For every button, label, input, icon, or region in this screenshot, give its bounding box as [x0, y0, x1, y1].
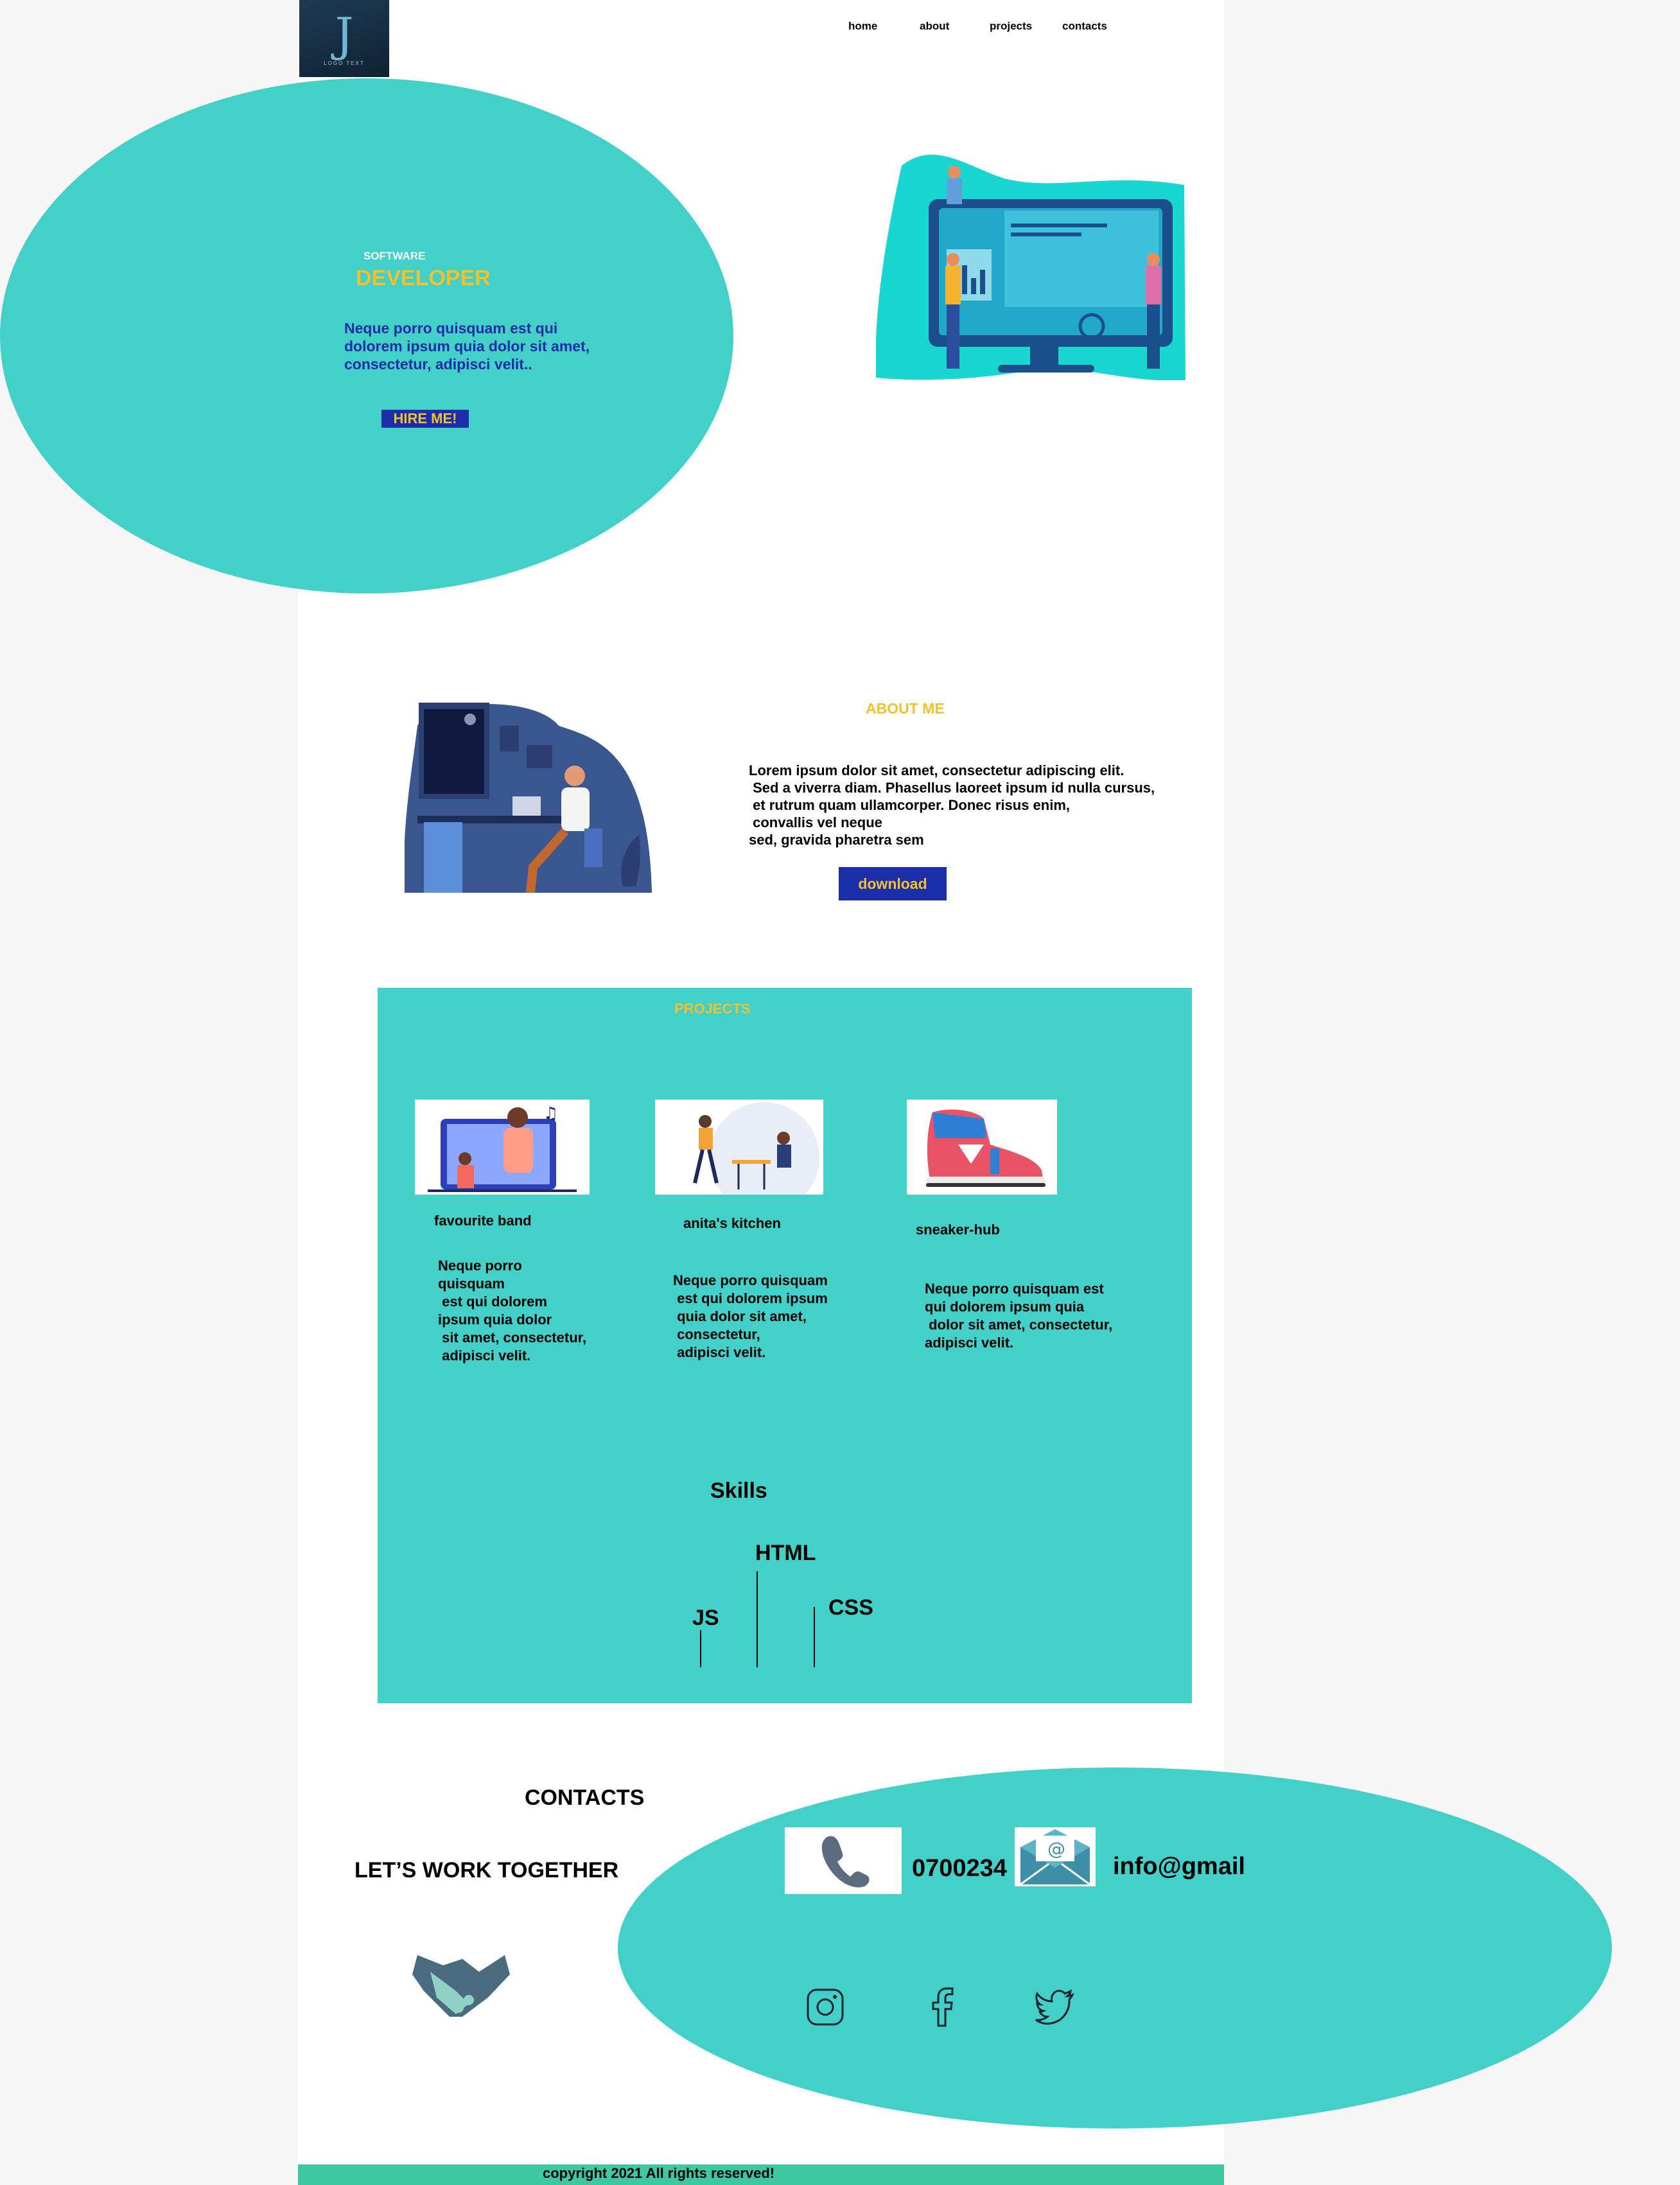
instagram-icon[interactable]	[805, 1987, 845, 2027]
hire-me-button[interactable]: HIRE ME!	[381, 410, 469, 428]
project-desc-favourite-band: Neque porro quisquam est qui dolorem ips…	[438, 1258, 587, 1364]
hero-description: Neque porro quisquam est qui dolorem ips…	[344, 320, 590, 373]
contacts-title: CONTACTS	[525, 1786, 645, 1810]
phone-icon-box[interactable]	[785, 1827, 902, 1894]
mail-icon-box[interactable]: @	[1015, 1827, 1096, 1886]
skill-bar-js	[700, 1630, 701, 1667]
projects-title: PROJECTS	[674, 1001, 751, 1017]
mail-icon: @	[1020, 1829, 1090, 1886]
skill-css: CSS	[828, 1595, 873, 1620]
nav-about-link[interactable]: about	[920, 20, 949, 33]
project-name-favourite-band[interactable]: favourite band	[434, 1213, 532, 1229]
hero-title: DEVELOPER	[356, 266, 491, 290]
project-name-anitas-kitchen[interactable]: anita's kitchen	[683, 1215, 781, 1232]
contact-blob	[618, 1768, 1612, 2128]
logo[interactable]: J LOGO TEXT	[299, 0, 389, 77]
about-title: ABOUT ME	[866, 700, 945, 717]
nav-projects-link[interactable]: projects	[990, 20, 1032, 33]
project-desc-sneaker-hub: Neque porro quisquam est qui dolorem ips…	[925, 1281, 1113, 1351]
project-image-sneaker-hub[interactable]	[907, 1100, 1057, 1195]
phone-icon	[821, 1836, 870, 1888]
nav-contacts-link[interactable]: contacts	[1062, 20, 1107, 33]
skill-bar-html	[757, 1571, 758, 1667]
project-desc-anitas-kitchen: Neque porro quisquam est qui dolorem ips…	[673, 1272, 828, 1360]
developer-illustration	[876, 154, 1186, 380]
facebook-icon[interactable]	[922, 1987, 962, 2027]
email-address[interactable]: info@gmail	[1113, 1853, 1245, 1881]
skill-bar-css	[814, 1607, 815, 1667]
about-text: Lorem ipsum dolor sit amet, consectetur …	[749, 762, 1155, 848]
skill-html: HTML	[755, 1541, 816, 1565]
project-name-sneaker-hub[interactable]: sneaker-hub	[916, 1222, 1000, 1238]
footer-copyright: copyright 2021 All rights reserved!	[543, 2165, 775, 2181]
skills-title: Skills	[710, 1479, 767, 1503]
work-together-heading: LET’S WORK TOGETHER	[354, 1858, 619, 1882]
handshake-icon	[412, 1955, 510, 2017]
about-illustration	[405, 703, 652, 893]
twitter-icon[interactable]	[1035, 1987, 1075, 2027]
skill-js: JS	[692, 1606, 719, 1630]
nav-home-link[interactable]: home	[848, 20, 877, 33]
project-image-anitas-kitchen[interactable]	[655, 1100, 823, 1195]
project-image-favourite-band[interactable]: ♫	[415, 1100, 590, 1195]
svg-text:♫: ♫	[543, 1104, 558, 1123]
logo-subtext: LOGO TEXT	[324, 60, 365, 66]
phone-number[interactable]: 0700234	[912, 1855, 1007, 1882]
download-button[interactable]: download	[839, 867, 947, 900]
hero-kicker: SOFTWARE	[363, 250, 426, 262]
svg-text:@: @	[1047, 1838, 1065, 1859]
logo-mark: J	[335, 7, 354, 62]
